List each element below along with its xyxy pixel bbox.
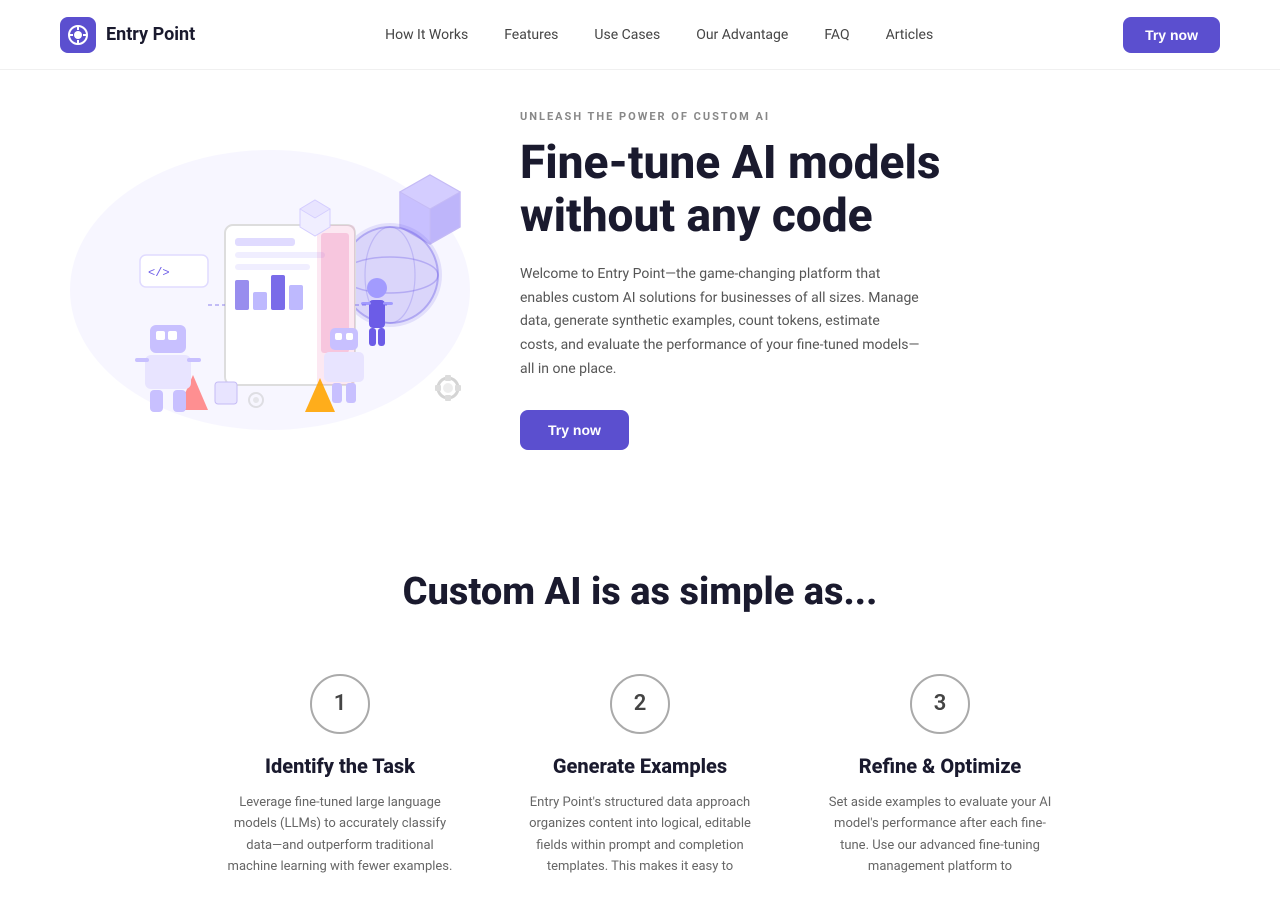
step-title-1: Identify the Task [220,754,460,778]
svg-text:</>: </> [148,266,170,280]
step-number-1: 1 [334,691,347,716]
hero-description: Welcome to Entry Point—the game-changing… [520,263,920,382]
nav-articles[interactable]: Articles [886,27,934,43]
step-desc-2: Entry Point's structured data approach o… [520,792,760,878]
step-circle-3: 3 [910,674,970,734]
nav-links: How It Works Features Use Cases Our Adva… [385,27,933,43]
nav-our-advantage[interactable]: Our Advantage [696,27,788,43]
nav-use-cases[interactable]: Use Cases [594,27,660,43]
hero-illustration: </> [60,120,480,440]
hero-content: UNLEASH THE POWER OF CUSTOM AI Fine-tune… [520,110,1220,450]
nav-features[interactable]: Features [504,27,558,43]
nav-how-it-works[interactable]: How It Works [385,27,468,43]
hero-title-line1: Fine-tune AI models [520,136,940,190]
step-number-3: 3 [934,691,947,716]
steps-grid: 1 Identify the Task Leverage fine-tuned … [60,674,1220,878]
nav-faq[interactable]: FAQ [824,27,849,43]
logo-area: Entry Point [60,17,195,53]
step-circle-2: 2 [610,674,670,734]
hero-eyebrow: UNLEASH THE POWER OF CUSTOM AI [520,110,1220,123]
brand-name: Entry Point [106,24,195,45]
step-title-3: Refine & Optimize [820,754,1060,778]
step-item-1: 1 Identify the Task Leverage fine-tuned … [220,674,460,878]
hero-title: Fine-tune AI models without any code [520,137,1220,243]
step-desc-1: Leverage fine-tuned large language model… [220,792,460,878]
hero-cta-button[interactable]: Try now [520,410,629,450]
step-number-2: 2 [634,691,647,716]
step-item-3: 3 Refine & Optimize Set aside examples t… [820,674,1060,878]
step-desc-3: Set aside examples to evaluate your AI m… [820,792,1060,878]
step-circle-1: 1 [310,674,370,734]
nav-cta-button[interactable]: Try now [1123,17,1220,53]
step-item-2: 2 Generate Examples Entry Point's struct… [520,674,760,878]
hero-section: </> [0,70,1280,510]
logo-icon [60,17,96,53]
hero-title-line2: without any code [520,189,873,243]
steps-section: Custom AI is as simple as... 1 Identify … [0,510,1280,918]
step-title-2: Generate Examples [520,754,760,778]
navbar: Entry Point How It Works Features Use Ca… [0,0,1280,70]
steps-title: Custom AI is as simple as... [60,570,1220,614]
